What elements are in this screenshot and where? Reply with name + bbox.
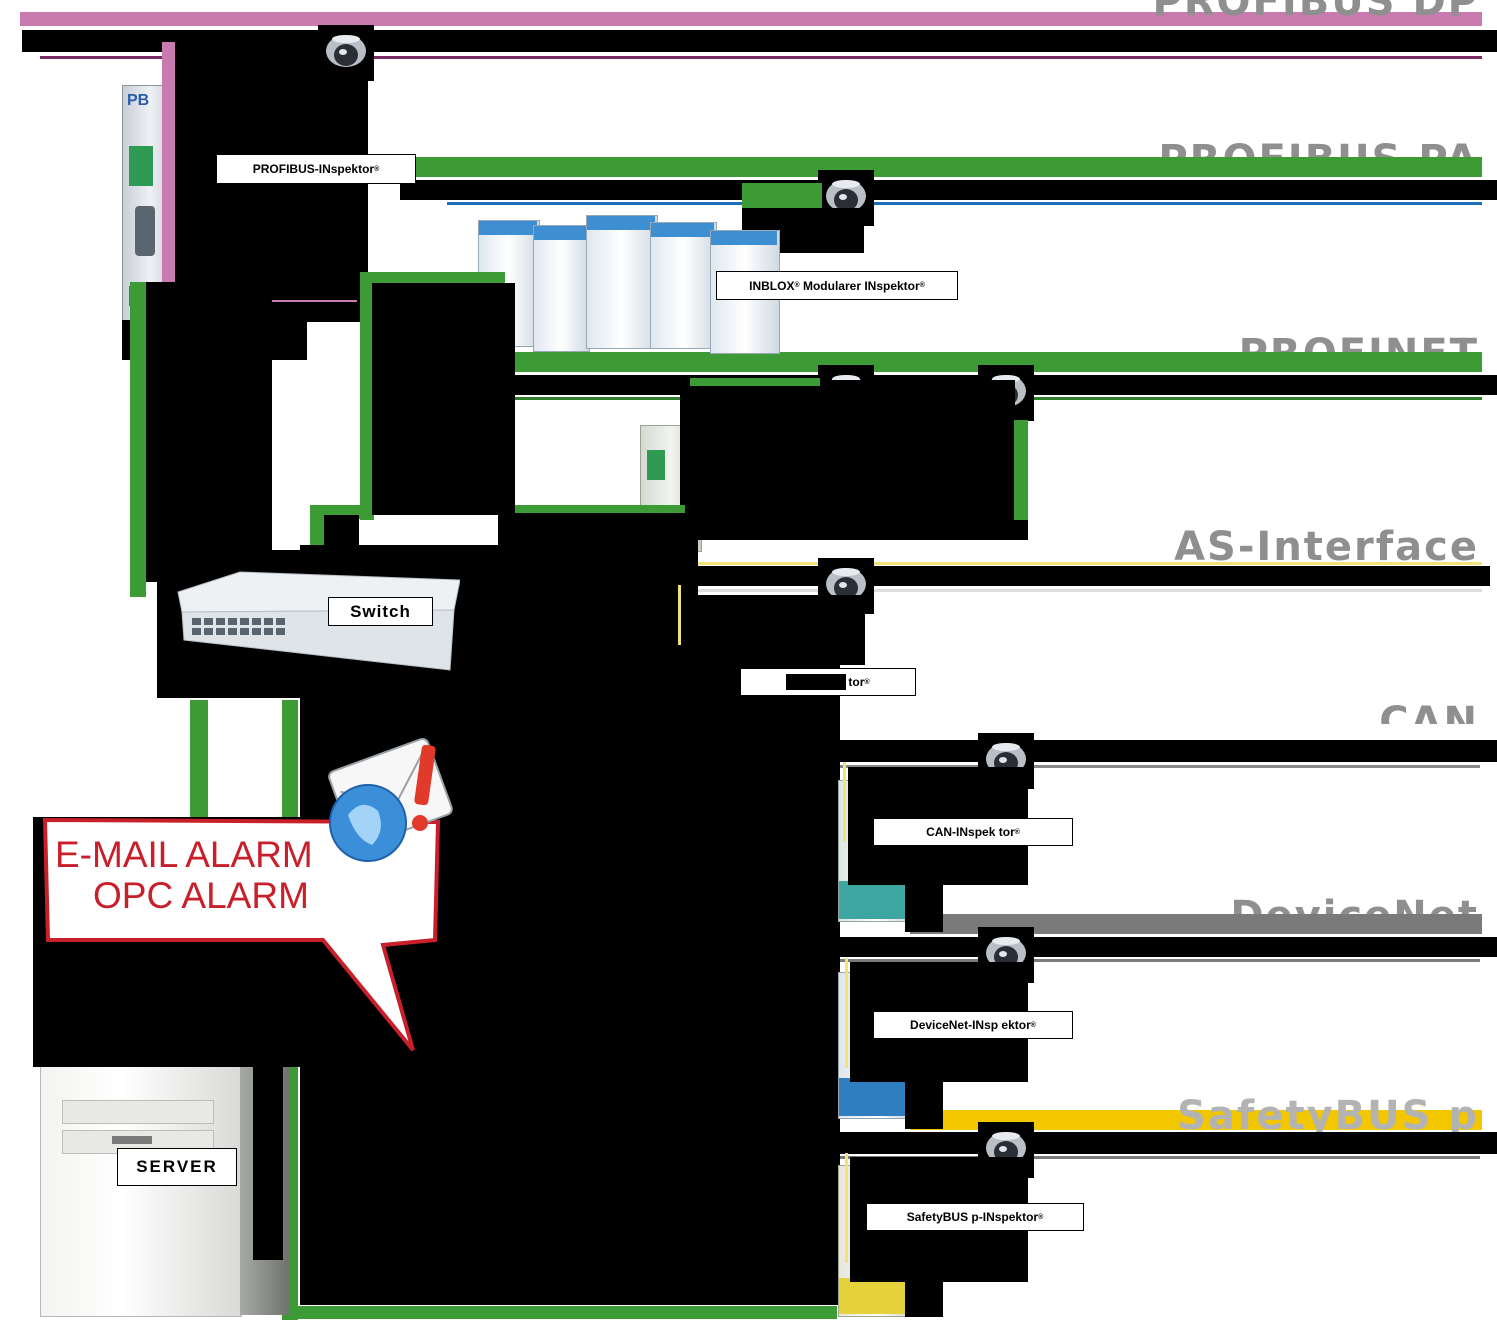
dome-camera-icon (318, 25, 374, 81)
ethernet-profibus-drop (130, 282, 146, 597)
profibus-pa-cable (400, 180, 1497, 200)
inblox-label: INBLOX ® Modularer INspektor ® (716, 271, 958, 300)
safetybus-cable (830, 1132, 1497, 1154)
safetybus-inspektor-label: SafetyBUS p-INspektor ® (866, 1203, 1084, 1231)
safetybus-drop (845, 1153, 848, 1263)
server-image (40, 1060, 290, 1317)
ethernet-profibus-shadow (146, 282, 272, 582)
devicenet-cable (830, 937, 1497, 957)
profibus-pa-drop (742, 183, 822, 209)
ethernet-profinet-link (515, 505, 685, 513)
as-interface-cable-accent (690, 589, 1482, 592)
asi-inspektor-label: tor ® (740, 668, 916, 696)
devicenet-device-shadow (905, 1077, 943, 1129)
can-device-shadow (905, 880, 943, 932)
can-cable (830, 740, 1497, 762)
devicenet-drop (845, 958, 848, 1068)
server-label: SERVER (117, 1148, 237, 1186)
safetybus-device-shadow (905, 1272, 943, 1317)
devicenet-inspektor-label: DeviceNet-INsp ektor ® (873, 1011, 1073, 1039)
profibus-inspektor-label: PROFIBUS-INspektor ® (216, 154, 416, 184)
as-interface-cable (690, 566, 1490, 586)
switch-image (170, 570, 461, 682)
profibus-pa-line (360, 157, 1482, 177)
as-interface-panel (690, 595, 865, 665)
cable-inblox-vertical (372, 283, 515, 515)
bus-title-safetybus: SafetyBUS p (1177, 1093, 1479, 1139)
switch-label: Switch (328, 597, 433, 626)
ethernet-server-bottom (282, 1306, 837, 1319)
alarm-line-email: E-MAIL ALARM (55, 834, 313, 875)
as-interface-line (690, 562, 1482, 565)
alarm-line-opc: OPC ALARM (93, 875, 309, 916)
email-alarm-icon (320, 735, 470, 865)
bus-title-can: CAN (1379, 699, 1479, 745)
can-inspektor-label: CAN-INspek tor ® (873, 818, 1073, 846)
bus-title-as-interface: AS-Interface (1174, 524, 1479, 570)
profibus-pa-cable-accent (447, 202, 1482, 205)
profinet-drop-right (1014, 420, 1028, 522)
as-interface-drop (678, 585, 681, 645)
bus-title-profibus-dp: PROFIBUS DP (1152, 0, 1479, 25)
profinet-panel-bottom (690, 520, 1028, 540)
profibus-dp-drop (162, 42, 176, 304)
profinet-drop-top (690, 378, 820, 386)
profinet-panel (680, 380, 1015, 520)
can-drop (843, 762, 846, 842)
